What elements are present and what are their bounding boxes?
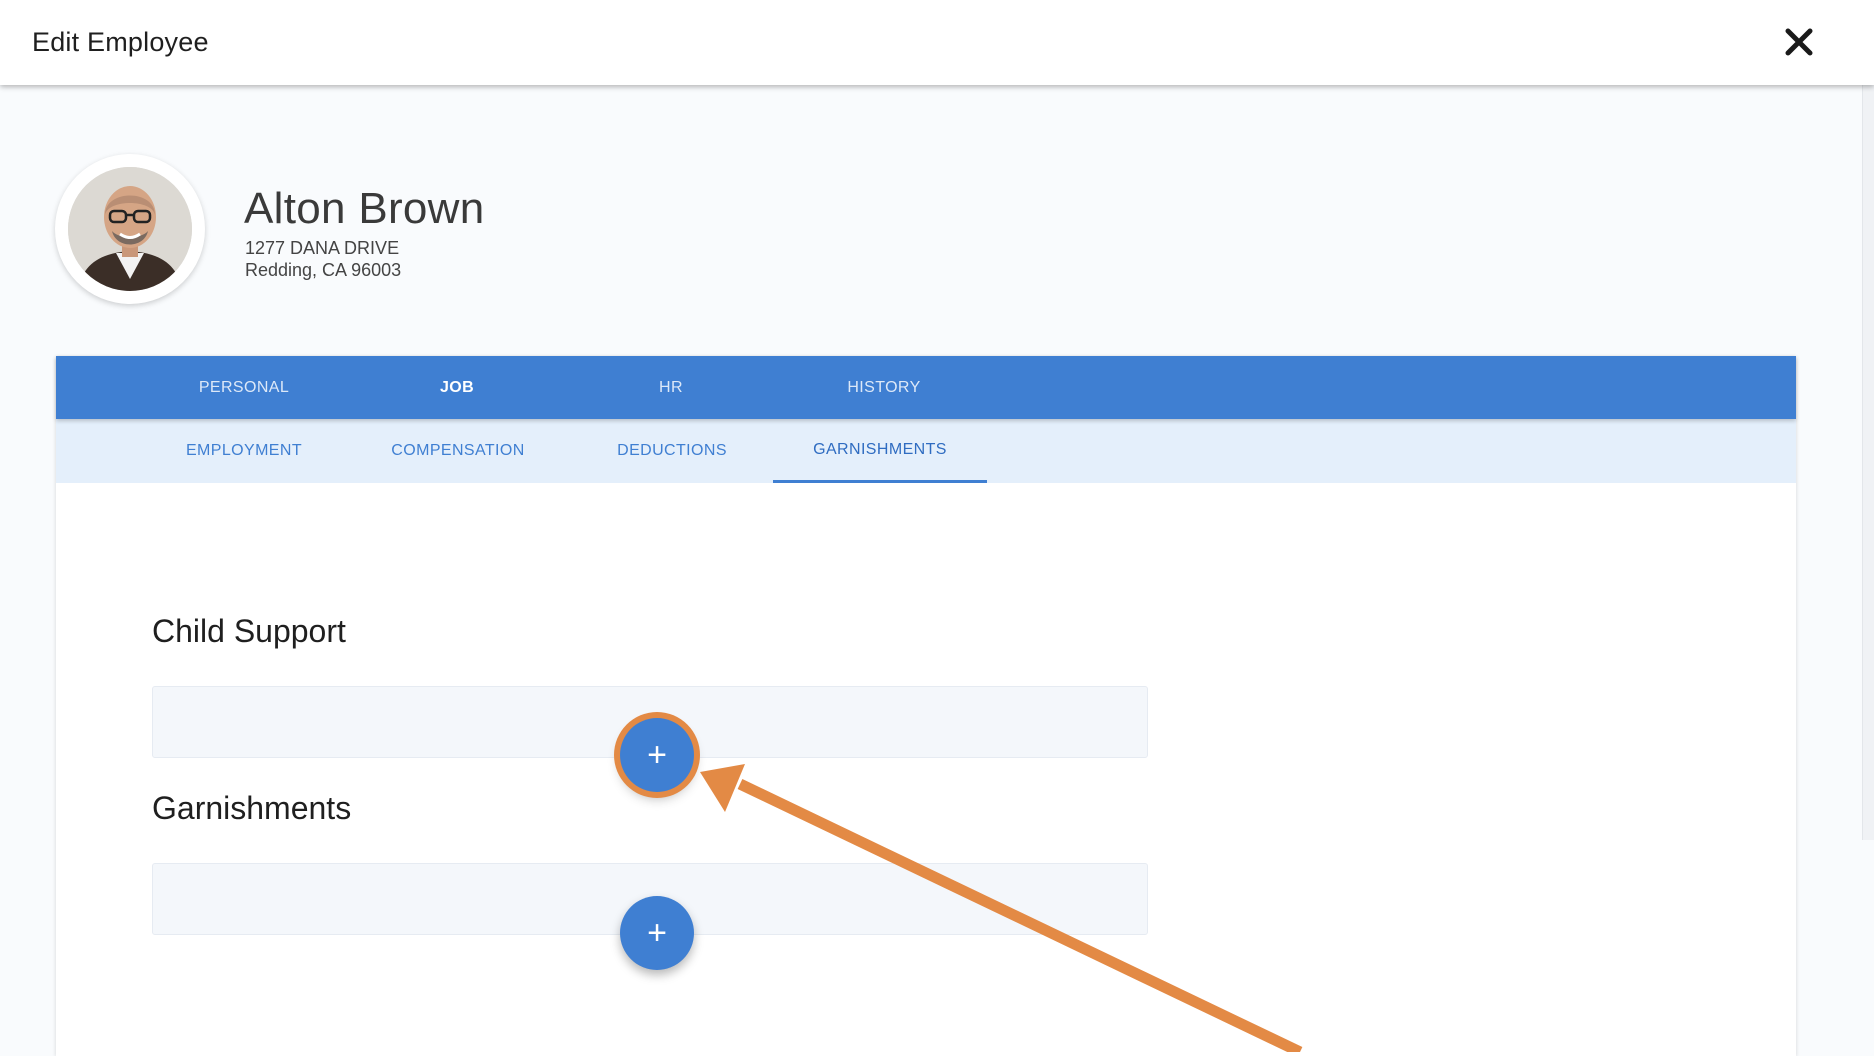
tab-garnishments[interactable]: GARNISHMENTS bbox=[773, 419, 987, 483]
employee-name: Alton Brown bbox=[244, 184, 485, 233]
tab-personal[interactable]: PERSONAL bbox=[139, 356, 349, 419]
close-icon[interactable] bbox=[1779, 22, 1819, 62]
child-support-title: Child Support bbox=[152, 613, 346, 649]
plus-icon: + bbox=[647, 735, 667, 774]
scrollbar[interactable] bbox=[1862, 85, 1874, 840]
avatar bbox=[55, 154, 205, 304]
tab-compensation[interactable]: COMPENSATION bbox=[351, 419, 565, 483]
secondary-tab-bar: EMPLOYMENT COMPENSATION DEDUCTIONS GARNI… bbox=[56, 419, 1796, 483]
tab-employment[interactable]: EMPLOYMENT bbox=[137, 419, 351, 483]
plus-icon: + bbox=[647, 913, 667, 952]
tab-history[interactable]: HISTORY bbox=[779, 356, 989, 419]
tab-hr[interactable]: HR bbox=[566, 356, 776, 419]
employee-photo bbox=[68, 167, 192, 291]
primary-tab-bar: PERSONAL JOB HR HISTORY bbox=[56, 356, 1796, 419]
tab-job[interactable]: JOB bbox=[352, 356, 562, 419]
add-garnishment-button[interactable]: + bbox=[620, 896, 694, 970]
tab-deductions[interactable]: DEDUCTIONS bbox=[565, 419, 779, 483]
dialog-header: Edit Employee bbox=[0, 0, 1874, 85]
employee-address-line1: 1277 DANA DRIVE bbox=[245, 238, 400, 258]
garnishments-title: Garnishments bbox=[152, 790, 352, 826]
employee-address-line2: Redding, CA 96003 bbox=[245, 260, 402, 280]
add-child-support-button[interactable]: + bbox=[620, 718, 694, 792]
dialog-title: Edit Employee bbox=[32, 27, 209, 57]
